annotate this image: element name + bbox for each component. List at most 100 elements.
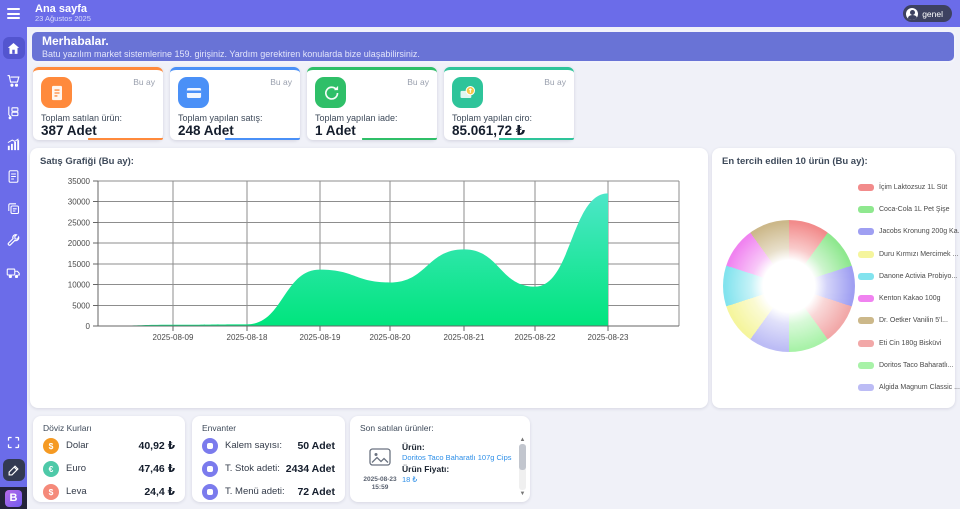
stat-card-sales: Bu ay Toplam yapılan satış: 248 Adet	[170, 67, 300, 140]
stat-label: Toplam yapılan iade:	[315, 113, 398, 123]
dollar-icon: $	[43, 438, 59, 454]
bar-chart-icon	[6, 137, 21, 152]
edit-note-icon	[6, 463, 21, 478]
legend-item[interactable]: Eti Cin 180g Bisküvi	[858, 332, 960, 354]
stat-card-revenue: Bu ay Toplam yapılan ciro: 85.061,72 ₺	[444, 67, 574, 140]
cart-icon	[6, 73, 21, 88]
sidebar-item-tools[interactable]	[3, 229, 25, 251]
stat-period-label: Bu ay	[544, 77, 566, 87]
legend-item[interactable]: Dr. Oetker Vanilin 5'l...	[858, 310, 960, 332]
sidebar-item-documents[interactable]	[3, 197, 25, 219]
welcome-subtitle: Batu yazılım market sistemlerine 159. gi…	[42, 49, 944, 59]
stat-accent-underline	[225, 138, 300, 140]
legend-swatch	[858, 206, 874, 213]
currency-row: € Euro 47,46 ₺	[43, 458, 175, 479]
legend-item[interactable]: Kenton Kakao 100g	[858, 287, 960, 309]
sidebar-item-statistics[interactable]	[3, 133, 25, 155]
welcome-title: Merhabalar.	[42, 34, 944, 48]
y-tick: 35000	[68, 177, 91, 186]
stat-label: Toplam satılan ürün:	[41, 113, 122, 123]
legend-item[interactable]: Algida Magnum Classic ...	[858, 377, 960, 399]
sidebar-item-delivery[interactable]	[3, 261, 25, 283]
edit-note-button[interactable]	[3, 459, 25, 481]
x-tick: 2025-08-09	[153, 333, 194, 342]
stat-value: 1 Adet	[315, 123, 356, 138]
handtruck-icon	[6, 105, 21, 120]
return-icon	[315, 77, 346, 108]
y-tick: 10000	[68, 281, 91, 290]
scroll-track[interactable]	[519, 444, 526, 490]
legend-swatch	[858, 295, 874, 302]
euro-icon: €	[43, 461, 59, 477]
credit-card-icon	[178, 77, 209, 108]
legend-swatch	[858, 184, 874, 191]
x-tick: 2025-08-19	[300, 333, 341, 342]
legend-swatch	[858, 340, 874, 347]
stock-count-icon	[202, 461, 218, 477]
hamburger-menu-icon[interactable]	[0, 0, 27, 27]
legend-swatch	[858, 228, 874, 235]
top-products-title: En tercih edilen 10 ürün (Bu ay):	[712, 148, 955, 167]
stat-card-sold-products: Bu ay Toplam satılan ürün: 387 Adet	[33, 67, 163, 140]
list-scrollbar[interactable]: ▲ ▼	[518, 436, 527, 498]
menu-count-icon	[202, 484, 218, 500]
user-menu-button[interactable]: genel	[903, 5, 952, 22]
legend-swatch	[858, 384, 874, 391]
legend-item[interactable]: Coca-Cola 1L Pet Şişe	[858, 198, 960, 220]
currency-row: $ Dolar 40,92 ₺	[43, 435, 175, 456]
recent-sales-card: Son satılan ürünler: 2025-08-23 15:59 Ür…	[350, 416, 530, 502]
stat-cards-row: Bu ay Toplam satılan ürün: 387 Adet Bu a…	[33, 67, 574, 140]
legend-item[interactable]: Jacobs Kronung 200g Ka...	[858, 221, 960, 243]
legend-swatch	[858, 273, 874, 280]
x-tick: 2025-08-23	[588, 333, 629, 342]
product-label: Ürün:	[402, 442, 516, 452]
sales-chart-title: Satış Grafiği (Bu ay):	[30, 148, 708, 167]
page-date: 23 Ağustos 2025	[35, 15, 91, 23]
scroll-down-icon[interactable]: ▼	[520, 490, 526, 498]
user-name: genel	[922, 9, 943, 19]
inventory-row: Kalem sayısı: 50 Adet	[202, 435, 335, 456]
sidebar-item-home[interactable]	[3, 37, 25, 59]
legend-item[interactable]: Doritos Taco Baharatlı...	[858, 354, 960, 376]
ledger-icon	[6, 169, 21, 184]
sidebar-item-handtruck[interactable]	[3, 101, 25, 123]
app-logo[interactable]: B	[0, 487, 27, 509]
money-icon	[452, 77, 483, 108]
legend-swatch	[858, 362, 874, 369]
wrench-icon	[6, 233, 21, 248]
donut-hole	[723, 220, 855, 352]
stat-accent-underline	[362, 138, 437, 140]
legend-swatch	[858, 317, 874, 324]
currency-card: Döviz Kurları $ Dolar 40,92 ₺ € Euro 47,…	[33, 416, 185, 502]
legend-item[interactable]: Duru Kırmızı Mercimek ...	[858, 243, 960, 265]
y-tick: 15000	[68, 260, 91, 269]
product-image-placeholder-icon	[369, 448, 391, 466]
stat-label: Toplam yapılan ciro:	[452, 113, 532, 123]
sidebar-item-cart[interactable]	[3, 69, 25, 91]
legend-item[interactable]: Danone Activia Probiyo...	[858, 265, 960, 287]
legend-item[interactable]: İçim Laktozsuz 1L Süt	[858, 176, 960, 198]
price-value[interactable]: 18 ₺	[402, 475, 516, 484]
x-tick: 2025-08-20	[370, 333, 411, 342]
welcome-banner: Merhabalar. Batu yazılım market sistemle…	[30, 30, 956, 63]
inventory-row: T. Menü adeti: 72 Adet	[202, 481, 335, 502]
fullscreen-button[interactable]	[3, 431, 25, 453]
product-link[interactable]: Doritos Taco Baharatlı 107g Cips	[402, 453, 516, 462]
legend-swatch	[858, 251, 874, 258]
sales-area-series	[98, 193, 608, 326]
user-avatar-icon	[906, 8, 918, 20]
recent-sales-list-item: 2025-08-23 15:59 Ürün: Doritos Taco Baha…	[358, 438, 516, 497]
sidebar: B	[0, 27, 27, 509]
recent-sales-title: Son satılan ürünler:	[360, 423, 520, 433]
stat-accent-underline	[88, 138, 163, 140]
stat-value: 248 Adet	[178, 123, 234, 138]
y-tick: 30000	[68, 198, 91, 207]
sidebar-item-ledger[interactable]	[3, 165, 25, 187]
home-icon	[6, 41, 21, 56]
scroll-thumb[interactable]	[519, 444, 526, 470]
donut-legend: İçim Laktozsuz 1L Süt Coca-Cola 1L Pet Ş…	[858, 176, 960, 399]
top-products-panel: En tercih edilen 10 ürün (Bu ay): İçim L…	[712, 148, 955, 408]
scroll-up-icon[interactable]: ▲	[520, 436, 526, 444]
sale-timestamp: 2025-08-23 15:59	[363, 476, 396, 493]
inventory-card: Envanter Kalem sayısı: 50 Adet T. Stok a…	[192, 416, 345, 502]
